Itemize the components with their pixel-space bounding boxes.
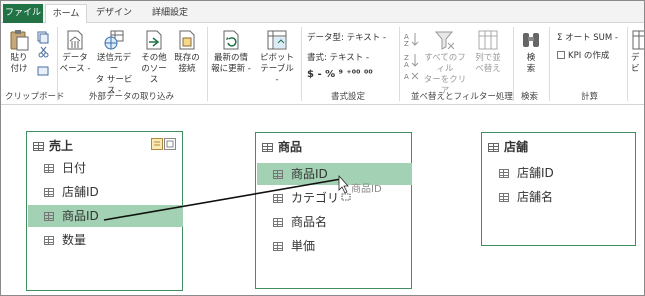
pivot-table-label-2: テーブル - — [260, 64, 294, 85]
refresh-button[interactable]: 最新の情 報に更新 - — [211, 29, 251, 75]
from-database-label-2: ベース - — [59, 64, 91, 74]
existing-connections-label-1: 既存の — [174, 53, 200, 63]
refresh-label-1: 最新の情 — [213, 53, 248, 63]
from-other-sources-label-2: のソース — [141, 64, 167, 85]
from-database-label-1: データ — [62, 53, 88, 63]
other-sources-icon — [143, 29, 165, 51]
filter-clear-icon — [434, 29, 456, 51]
tab-home[interactable]: ホーム — [45, 4, 87, 24]
create-kpi-button[interactable]: KPI の作成 — [557, 49, 609, 61]
sort-by-column-label-1: 列で並 — [475, 53, 501, 63]
clear-filters-label-1: すべてのフィル — [424, 53, 466, 74]
find-group-label: 検索 — [521, 92, 539, 102]
pivot-table-label-1: ピボット — [259, 53, 294, 63]
separator — [549, 27, 550, 101]
format-copy-icon[interactable] — [37, 66, 49, 76]
calculations-group-label: 計算 — [581, 92, 599, 102]
sort-by-column-label-2: べ替え — [475, 64, 501, 74]
view-label-2: ビ — [631, 64, 640, 74]
sort-ascending-icon[interactable]: AZ — [404, 33, 419, 48]
clear-all-filters-button[interactable]: すべてのフィル ターをクリア — [421, 29, 469, 97]
sort-descending-icon[interactable]: ZA — [404, 54, 419, 69]
create-kpi-label: KPI の作成 — [568, 51, 610, 61]
from-other-sources-button[interactable]: その他 のソース — [138, 29, 170, 86]
copy-icon[interactable] — [37, 31, 49, 44]
diagram-view: 売上 日付 店舗ID 商品ID 数量 商品 商品ID カテゴリ 商品名 単価 店… — [1, 106, 644, 295]
power-pivot-window: ファイル ホーム デザイン 詳細設定 貼り 付け クリップボード データ ベース… — [0, 0, 645, 296]
svg-text:A: A — [404, 61, 409, 69]
format-group-label: 書式設定 — [331, 92, 366, 102]
view-icon — [631, 29, 644, 51]
sort-by-column-icon — [477, 29, 499, 51]
tab-design[interactable]: デザイン — [94, 5, 134, 23]
ribbon: 貼り 付け クリップボード データ ベース - 送信元デー タ サービス - そ… — [1, 23, 644, 105]
refresh-label-2: 報に更新 - — [211, 64, 251, 74]
svg-text:Z: Z — [404, 40, 409, 48]
from-data-service-button[interactable]: 送信元デー タ サービス - — [93, 29, 135, 97]
from-other-sources-label-1: その他 — [141, 53, 167, 63]
cut-icon[interactable] — [38, 46, 49, 58]
from-database-button[interactable]: データ ベース - — [59, 29, 91, 75]
separator — [207, 27, 208, 101]
paste-label-2: 付け — [10, 64, 28, 74]
connection-icon — [176, 29, 198, 51]
sort-small-buttons: AZ ZA A — [403, 29, 421, 88]
pivot-table-icon — [266, 29, 288, 51]
clipboard-group-label: クリップボード — [5, 92, 65, 102]
paste-button[interactable]: 貼り 付け — [5, 29, 33, 75]
find-label-1: 検 — [526, 53, 536, 63]
relationship-drag-line — [103, 178, 342, 221]
binoculars-icon — [520, 29, 542, 51]
ribbon-tabs: ファイル ホーム デザイン 詳細設定 — [1, 1, 644, 24]
data-type-dropdown[interactable]: データ型: テキスト - — [307, 31, 386, 43]
tab-advanced[interactable]: 詳細設定 — [143, 5, 197, 23]
pivot-table-button[interactable]: ピボット テーブル - — [259, 29, 295, 86]
view-label-1: デ — [631, 53, 640, 63]
find-button[interactable]: 検 索 — [517, 29, 545, 75]
separator — [301, 27, 302, 101]
format-dropdown[interactable]: 書式: テキスト - — [307, 51, 369, 63]
tab-file[interactable]: ファイル — [3, 4, 43, 23]
view-button[interactable]: デ ビ — [631, 29, 644, 75]
clear-sort-icon[interactable]: A — [404, 72, 419, 81]
drag-cursor-icon — [338, 174, 351, 201]
kpi-icon — [557, 51, 565, 59]
autosum-button[interactable]: Σ オート SUM - — [557, 31, 618, 43]
separator — [513, 27, 514, 101]
sort-filter-group-label: 並べ替えとフィルター処理 — [411, 92, 513, 102]
relationship-line-layer — [103, 174, 351, 221]
database-icon — [64, 29, 86, 51]
from-data-service-label-1: 送信元デー — [96, 53, 131, 74]
clipboard-icon — [8, 29, 30, 51]
globe-table-icon — [103, 29, 125, 51]
find-label-2: 索 — [526, 64, 536, 74]
clipboard-small-buttons — [37, 31, 49, 84]
refresh-icon — [220, 29, 242, 51]
paste-label-1: 貼り — [10, 53, 28, 63]
drag-ghost-label: 商品ID — [351, 184, 382, 195]
sort-by-column-button[interactable]: 列で並 べ替え — [471, 29, 505, 75]
external-data-group-label: 外部データの取り込み — [89, 92, 175, 102]
separator — [627, 27, 628, 101]
svg-text:A: A — [404, 73, 409, 81]
existing-connections-button[interactable]: 既存の 接続 — [171, 29, 203, 75]
number-format-buttons[interactable]: $ - % ⁹ ⁺⁰⁰ ⁰⁰ — [307, 69, 373, 80]
existing-connections-label-2: 接続 — [178, 64, 196, 74]
separator — [57, 27, 58, 101]
separator — [399, 27, 400, 101]
